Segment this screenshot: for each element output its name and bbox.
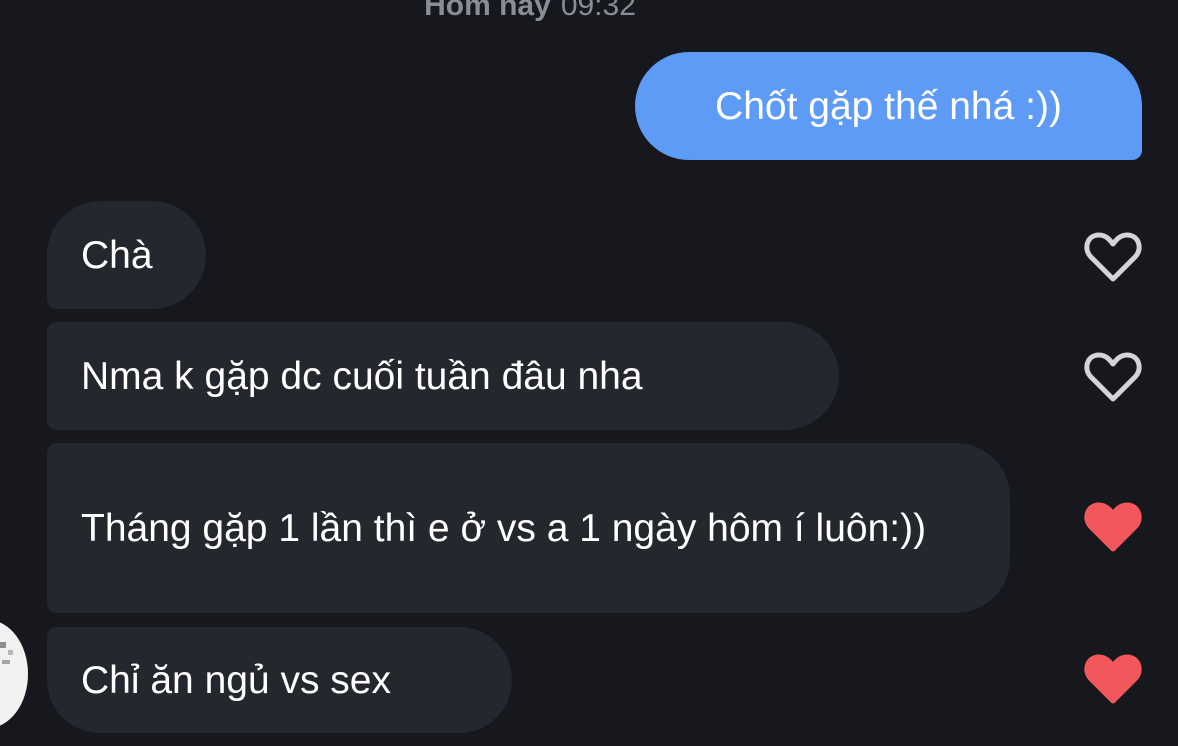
received-message-bubble[interactable]: Chỉ ăn ngủ vs sex bbox=[47, 627, 512, 733]
heart-icon[interactable] bbox=[1084, 351, 1142, 403]
chat-screen: Hôm nay 09:32 Chốt gặp thế nhá :)) Chà Nm… bbox=[0, 0, 1178, 746]
avatar-pixel bbox=[2, 660, 10, 664]
received-message-bubble[interactable]: Tháng gặp 1 lần thì e ở vs a 1 ngày hôm … bbox=[47, 443, 1010, 613]
message-text: Chốt gặp thế nhá :)) bbox=[715, 84, 1062, 128]
message-text: Tháng gặp 1 lần thì e ở vs a 1 ngày hôm … bbox=[81, 506, 927, 550]
timestamp-time: 09:32 bbox=[560, 0, 636, 22]
received-message-bubble[interactable]: Chà bbox=[47, 201, 206, 309]
heart-filled-icon[interactable] bbox=[1084, 653, 1142, 705]
heart-icon[interactable] bbox=[1084, 231, 1142, 283]
sent-message-bubble[interactable]: Chốt gặp thế nhá :)) bbox=[635, 52, 1142, 160]
message-text: Chà bbox=[81, 233, 153, 277]
message-timestamp: Hôm nay 09:32 bbox=[0, 0, 1060, 24]
avatar-pixel bbox=[0, 642, 6, 648]
avatar-pixel bbox=[8, 650, 13, 655]
received-message-bubble[interactable]: Nma k gặp dc cuối tuần đâu nha bbox=[47, 322, 839, 430]
message-text: Nma k gặp dc cuối tuần đâu nha bbox=[81, 354, 643, 398]
message-text: Chỉ ăn ngủ vs sex bbox=[81, 658, 392, 702]
timestamp-day: Hôm nay bbox=[424, 0, 551, 22]
contact-avatar[interactable] bbox=[0, 620, 28, 728]
heart-filled-icon[interactable] bbox=[1084, 501, 1142, 553]
